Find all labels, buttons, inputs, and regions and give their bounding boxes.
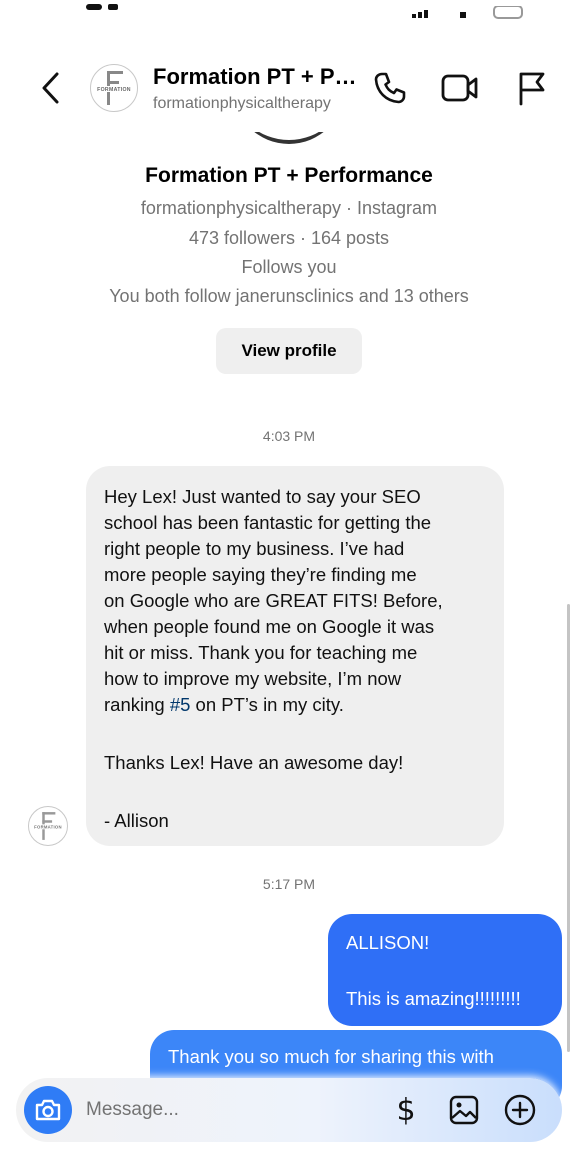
incoming-message-bubble[interactable]: Hey Lex! Just wanted to say your SEO sch… [86,466,504,846]
avatar-logo-text: FORMATION [97,87,131,93]
header-avatar[interactable]: FORMATION [90,64,138,112]
profile-stats: 473 followers · 164 posts [188,228,390,248]
report-button[interactable] [512,68,552,108]
message-line: ALLISON! [346,932,430,953]
message-line: more people saying they’re finding me [104,564,417,585]
camera-icon [35,1099,61,1121]
message-line: school has been fantastic for getting th… [104,512,432,533]
message-composer: $ [16,1078,562,1142]
header-username[interactable]: formationphysicaltherapy [153,95,363,113]
chevron-left-icon [42,72,59,104]
avatar-logo-text: FORMATION [34,824,62,829]
outgoing-message-bubble[interactable]: ALLISON! This is amazing!!!!!!!!! [328,914,562,1026]
header-title[interactable]: Formation PT + Performance [153,64,363,90]
message-line: ranking #5 on PT’s in my city. [104,692,486,718]
profile-handle: formationphysicaltherapy · Instagram [140,198,438,218]
message-text: ranking [104,694,170,715]
message-line: how to improve my website, I’m now [104,668,402,689]
status-bar [0,0,578,24]
sender-avatar[interactable]: FORMATION [28,806,68,846]
formation-logo: FORMATION [33,812,63,840]
clock-fragment [86,4,118,10]
message-signature: - Allison [104,810,169,831]
message-text: on PT’s in my city. [190,694,344,715]
message-line: right people to my business. I’ve had [104,538,405,559]
video-call-button[interactable] [440,68,480,108]
message-timestamp: 4:03 PM [262,428,316,444]
message-line: Thanks Lex! Have an awesome day! [104,752,404,773]
voice-call-button[interactable] [370,68,410,108]
back-button[interactable] [30,68,70,108]
chat-header: FORMATION Formation PT + Performance for… [0,46,578,132]
payment-button[interactable]: $ [388,1092,424,1128]
message-input[interactable] [86,1094,366,1126]
view-profile-button[interactable]: View profile [216,328,362,374]
image-icon [449,1095,479,1125]
message-line: hit or miss. Thank you for teaching me [104,642,418,663]
dollar-icon: $ [396,1092,416,1128]
add-attachment-button[interactable] [502,1092,538,1128]
scrollbar[interactable] [567,604,570,1052]
phone-icon [374,72,406,104]
hashtag-link[interactable]: #5 [170,694,191,715]
plus-circle-icon [504,1094,536,1126]
camera-button[interactable] [24,1086,72,1134]
profile-mutuals: You both follow janerunsclinics and 13 o… [109,286,469,306]
message-line: on Google who are GREAT FITS! Before, [104,590,443,611]
profile-name: Formation PT + Performance [145,164,433,187]
video-camera-icon [441,74,478,102]
message-line: when people found me on Google it was [104,616,435,637]
flag-icon [519,72,545,106]
message-line: This is amazing!!!!!!!!! [346,988,521,1009]
profile-follows-you: Follows you [241,257,337,277]
formation-logo: FORMATION [96,71,132,105]
signal-battery-icon [412,6,523,19]
gallery-button[interactable] [446,1092,482,1128]
message-line: Hey Lex! Just wanted to say your SEO [104,486,421,507]
message-line: Thank you so much for sharing this with [168,1046,494,1067]
message-timestamp: 5:17 PM [262,876,316,892]
